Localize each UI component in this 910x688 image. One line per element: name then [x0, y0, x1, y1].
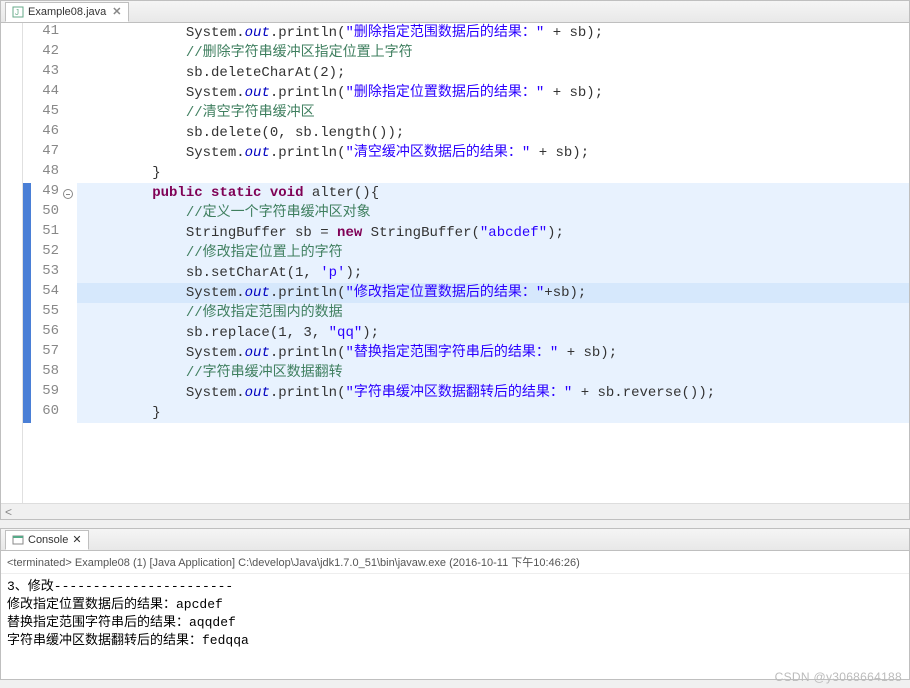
console-pane: Console ✕ <terminated> Example08 (1) [Ja…: [0, 528, 910, 680]
code-line[interactable]: public static void alter(){: [77, 183, 909, 203]
code-line[interactable]: System.out.println("字符串缓冲区数据翻转后的结果：" + s…: [77, 383, 909, 403]
console-status: <terminated> Example08 (1) [Java Applica…: [1, 551, 909, 574]
code-line[interactable]: sb.setCharAt(1, 'p');: [77, 263, 909, 283]
line-number: 48: [31, 163, 59, 183]
code-line[interactable]: sb.delete(0, sb.length());: [77, 123, 909, 143]
line-number: 43: [31, 63, 59, 83]
line-number: 51: [31, 223, 59, 243]
console-icon: [12, 534, 24, 546]
code-line[interactable]: System.out.println("删除指定位置数据后的结果：" + sb)…: [77, 83, 909, 103]
close-console-tab-icon[interactable]: ✕: [72, 533, 81, 546]
line-number: 53: [31, 263, 59, 283]
tab-filename: Example08.java: [28, 6, 106, 18]
editor-tab-active[interactable]: J Example08.java ✕: [5, 2, 129, 22]
console-output[interactable]: 3、修改----------------------- 修改指定位置数据后的结果…: [1, 574, 909, 679]
code-line[interactable]: //字符串缓冲区数据翻转: [77, 363, 909, 383]
line-number: 54: [31, 283, 59, 303]
code-area[interactable]: 4142434445464748495051525354555657585960…: [1, 23, 909, 503]
line-number: 60: [31, 403, 59, 423]
code-line[interactable]: sb.replace(1, 3, "qq");: [77, 323, 909, 343]
code-line[interactable]: System.out.println("删除指定范围数据后的结果：" + sb)…: [77, 23, 909, 43]
line-number: 57: [31, 343, 59, 363]
line-number: 58: [31, 363, 59, 383]
fold-icon[interactable]: [63, 189, 73, 199]
code-line[interactable]: }: [77, 163, 909, 183]
editor-pane: J Example08.java ✕ 414243444546474849505…: [0, 0, 910, 520]
code-line[interactable]: }: [77, 403, 909, 423]
line-number: 45: [31, 103, 59, 123]
console-tab[interactable]: Console ✕: [5, 530, 89, 550]
line-number: 44: [31, 83, 59, 103]
line-number: 55: [31, 303, 59, 323]
code-line[interactable]: StringBuffer sb = new StringBuffer("abcd…: [77, 223, 909, 243]
code-line[interactable]: System.out.println("清空缓冲区数据后的结果：" + sb);: [77, 143, 909, 163]
line-number: 52: [31, 243, 59, 263]
code-line[interactable]: //删除字符串缓冲区指定位置上字符: [77, 43, 909, 63]
editor-tab-bar: J Example08.java ✕: [1, 1, 909, 23]
code-line[interactable]: System.out.println("修改指定位置数据后的结果："+sb);: [77, 283, 909, 303]
code-line[interactable]: //清空字符串缓冲区: [77, 103, 909, 123]
line-number: 59: [31, 383, 59, 403]
scroll-left-icon[interactable]: <: [5, 505, 12, 519]
svg-text:J: J: [15, 8, 19, 17]
console-tab-bar: Console ✕: [1, 529, 909, 551]
code-line[interactable]: sb.deleteCharAt(2);: [77, 63, 909, 83]
line-number: 49: [31, 183, 59, 203]
line-number: 41: [31, 23, 59, 43]
java-file-icon: J: [12, 6, 24, 18]
code-line[interactable]: //定义一个字符串缓冲区对象: [77, 203, 909, 223]
line-number: 56: [31, 323, 59, 343]
code-line[interactable]: //修改指定范围内的数据: [77, 303, 909, 323]
code-line[interactable]: System.out.println("替换指定范围字符串后的结果：" + sb…: [77, 343, 909, 363]
line-number: 50: [31, 203, 59, 223]
code-line[interactable]: //修改指定位置上的字符: [77, 243, 909, 263]
horizontal-scrollbar[interactable]: <: [1, 503, 909, 519]
line-number: 46: [31, 123, 59, 143]
console-tab-label: Console: [28, 534, 68, 546]
close-tab-icon[interactable]: ✕: [112, 5, 121, 18]
line-number: 42: [31, 43, 59, 63]
watermark: CSDN @y3068664188: [775, 670, 902, 684]
line-number: 47: [31, 143, 59, 163]
